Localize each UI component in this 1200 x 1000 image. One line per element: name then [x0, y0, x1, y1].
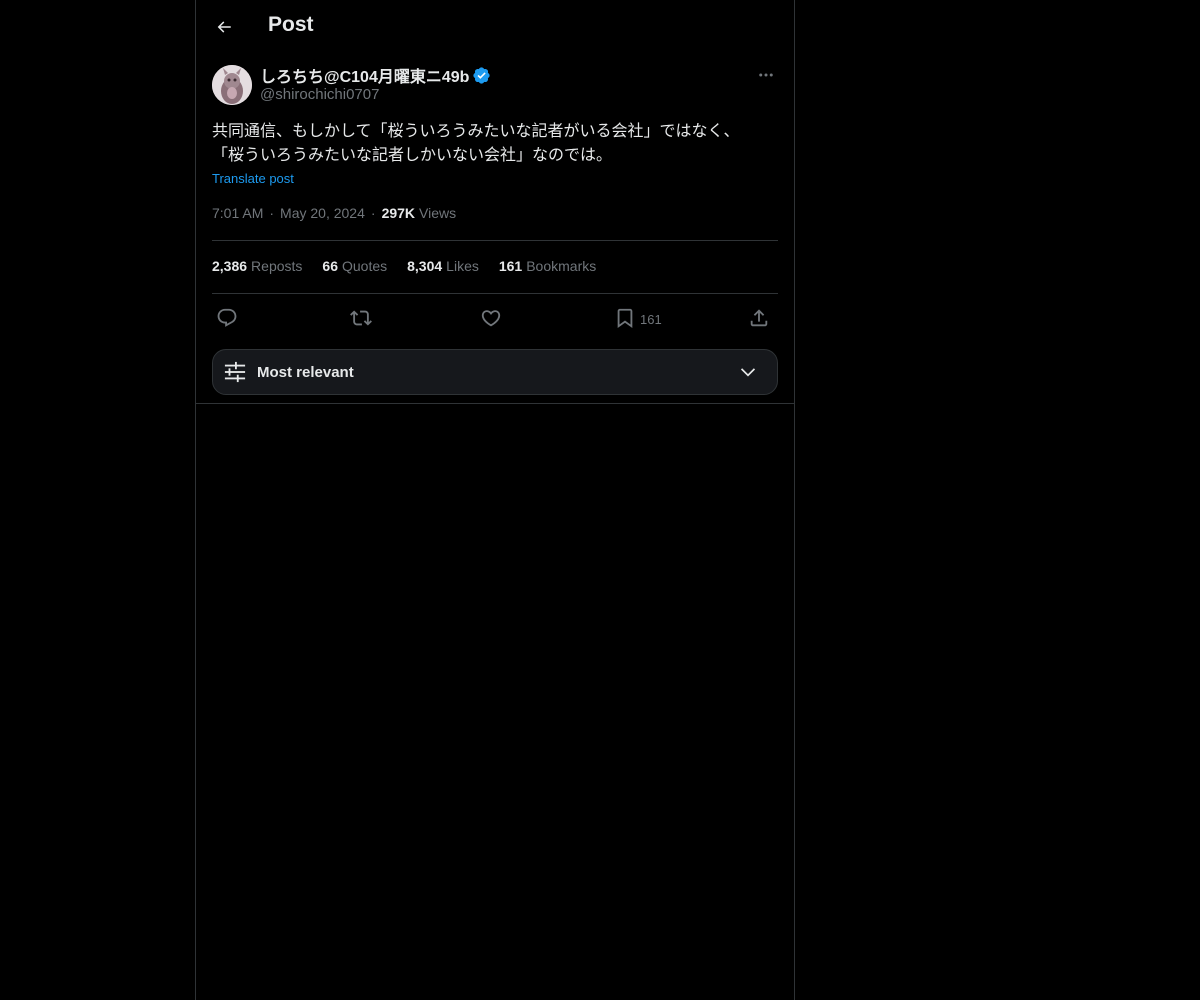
divider [212, 293, 778, 294]
display-name[interactable]: しろちち@C104月曜東ニ49b [260, 63, 469, 87]
user-handle[interactable]: @shirochichi0707 [260, 86, 379, 103]
meta-separator: · [370, 205, 376, 221]
views-count: 297K [381, 205, 416, 221]
bookmark-button[interactable]: 161 [614, 305, 662, 331]
reposts-stat[interactable]: 2,386 Reposts [212, 258, 302, 274]
reply-icon [217, 308, 237, 327]
post-stats: 2,386 Reposts 66 Quotes 8,304 Likes 161 Book… [212, 258, 616, 274]
repost-button[interactable] [350, 305, 372, 331]
bookmark-count: 161 [640, 311, 662, 327]
post-meta: 7:01 AM · May 20, 2024 · 297K Views [212, 205, 456, 221]
likes-stat[interactable]: 8,304 Likes [407, 258, 479, 274]
post-text: 共同通信、もしかして「桜ういろうみたいな記者がいる会社」ではなく、 「桜ういろう… [212, 121, 740, 164]
likes-count: 8,304 [407, 258, 443, 274]
section-divider [196, 403, 794, 404]
page-title: Post [268, 13, 314, 36]
views-label: Views [419, 205, 457, 221]
meta-separator: · [269, 205, 275, 221]
quotes-label: Quotes [341, 258, 388, 274]
share-button[interactable] [748, 305, 770, 331]
likes-label: Likes [446, 258, 479, 274]
bookmarks-count: 161 [498, 258, 523, 274]
repost-icon [350, 310, 372, 326]
reply-button[interactable] [216, 305, 238, 331]
avatar-image [212, 65, 252, 105]
verified-badge-icon[interactable] [472, 66, 491, 85]
display-name-row: しろちち@C104月曜東ニ49b [260, 64, 491, 86]
page-header: Post [196, 0, 794, 53]
primary-column: Post しろちち@C104月曜東ニ49b @shirochichi0707 共… [195, 0, 795, 1000]
post-time[interactable]: 7:01 AM [212, 205, 263, 221]
back-button[interactable] [208, 10, 240, 44]
divider [212, 240, 778, 241]
heart-icon [481, 310, 501, 327]
post-actions: 161 [212, 305, 778, 331]
avatar[interactable] [212, 65, 252, 105]
chevron-down-icon [737, 362, 759, 382]
post-author: しろちち@C104月曜東ニ49b @shirochichi0707 [212, 64, 778, 108]
bookmark-icon [617, 308, 633, 329]
post-date[interactable]: May 20, 2024 [280, 205, 365, 221]
reply-sort-dropdown[interactable]: Most relevant [212, 349, 778, 395]
more-horizontal-icon [759, 73, 773, 77]
reposts-count: 2,386 [212, 258, 248, 274]
sliders-icon [224, 361, 246, 383]
reposts-label: Reposts [251, 258, 303, 274]
arrow-left-icon [217, 21, 231, 33]
sort-label: Most relevant [257, 363, 354, 381]
translate-post-link[interactable]: Translate post [212, 171, 294, 186]
bookmarks-label: Bookmarks [526, 258, 597, 274]
share-icon [750, 309, 768, 327]
bookmarks-stat[interactable]: 161 Bookmarks [499, 258, 596, 274]
quotes-count: 66 [322, 258, 338, 274]
more-options-button[interactable] [754, 64, 778, 86]
quotes-stat[interactable]: 66 Quotes [322, 258, 387, 274]
like-button[interactable] [480, 305, 502, 331]
